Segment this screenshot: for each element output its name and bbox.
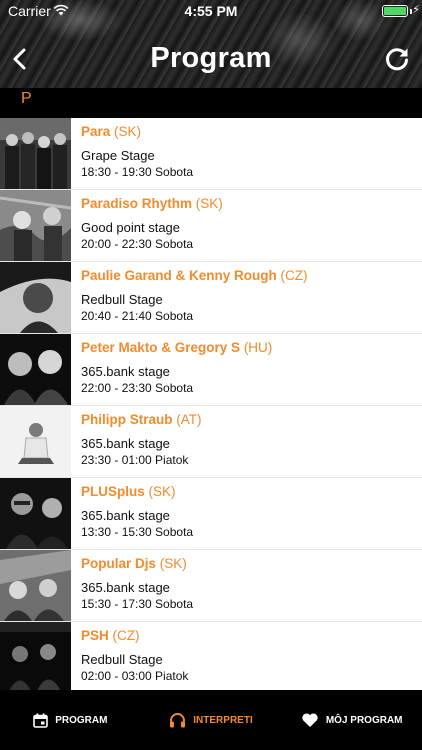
refresh-button[interactable] <box>382 44 412 74</box>
status-bar: Carrier 4:55 PM ⚡ <box>0 0 422 22</box>
artist-country: (SK) <box>159 556 187 571</box>
section-letter: P <box>21 90 32 107</box>
tab-label: MÔJ PROGRAM <box>325 714 403 726</box>
list-item[interactable]: Paulie Garand & Kenny Rough (CZ) Redbull… <box>0 262 422 334</box>
tab-program[interactable]: PROGRAM <box>0 690 141 750</box>
tab-bar: PROGRAM INTERPRETI MÔJ PROGRAM <box>0 690 422 750</box>
list-item[interactable]: PLUSplus (SK) 365.bank stage 13:30 - 15:… <box>0 478 422 550</box>
row-text: PSH (CZ) Redbull Stage 02:00 - 03:00 Pia… <box>81 628 412 683</box>
list-item[interactable]: Peter Makto & Gregory S (HU) 365.bank st… <box>0 334 422 406</box>
tab-moj-program[interactable]: MÔJ PROGRAM <box>281 690 422 750</box>
battery-icon <box>382 5 408 17</box>
list-item[interactable]: Popular Djs (SK) 365.bank stage 15:30 - … <box>0 550 422 622</box>
artist-name-line: Popular Djs (SK) <box>81 556 412 571</box>
charging-icon: ⚡ <box>412 4 420 16</box>
list-item[interactable]: PSH (CZ) Redbull Stage 02:00 - 03:00 Pia… <box>0 622 422 690</box>
artist-list[interactable]: Para (SK) Grape Stage 18:30 - 19:30 Sobo… <box>0 118 422 690</box>
row-text: Peter Makto & Gregory S (HU) 365.bank st… <box>81 340 412 395</box>
artist-photo <box>0 118 71 189</box>
list-item[interactable]: Para (SK) Grape Stage 18:30 - 19:30 Sobo… <box>0 118 422 190</box>
artist-photo <box>0 622 71 690</box>
time-slot: 13:30 - 15:30 Sobota <box>81 525 194 539</box>
tab-label: PROGRAM <box>55 714 108 726</box>
artist-country: (CZ) <box>112 628 140 643</box>
row-text: Paulie Garand & Kenny Rough (CZ) Redbull… <box>81 268 412 323</box>
headphones-icon <box>169 712 186 728</box>
artist-name-line: Paradiso Rhythm (SK) <box>81 196 412 211</box>
artist-country: (SK) <box>148 484 176 499</box>
stage-name: Redbull Stage <box>81 652 163 667</box>
artist-photo <box>0 550 71 621</box>
header: Carrier 4:55 PM ⚡ Program <box>0 0 422 88</box>
clock: 4:55 PM <box>184 3 238 19</box>
tab-interpreti[interactable]: INTERPRETI <box>141 690 282 750</box>
artist-name-line: Paulie Garand & Kenny Rough (CZ) <box>81 268 412 283</box>
artist-photo <box>0 190 71 261</box>
artist-photo <box>0 262 71 333</box>
section-header: P <box>0 88 422 118</box>
refresh-icon <box>386 48 408 71</box>
artist-name: Paradiso Rhythm <box>81 196 193 211</box>
stage-name: Redbull Stage <box>81 292 163 307</box>
artist-name: Peter Makto & Gregory S <box>81 340 241 355</box>
row-text: Paradiso Rhythm (SK) Good point stage 20… <box>81 196 412 251</box>
battery-level <box>384 7 406 15</box>
artist-name-line: Para (SK) <box>81 124 412 139</box>
stage-name: 365.bank stage <box>81 436 170 451</box>
stage-name: Good point stage <box>81 220 181 235</box>
stage-name: 365.bank stage <box>81 508 170 523</box>
tab-label: INTERPRETI <box>193 714 253 726</box>
time-slot: 18:30 - 19:30 Sobota <box>81 165 194 179</box>
artist-name: Para <box>81 124 111 139</box>
stage-name: 365.bank stage <box>81 580 170 595</box>
artist-country: (AT) <box>176 412 202 427</box>
stage-name: Grape Stage <box>81 148 155 163</box>
time-slot: 20:40 - 21:40 Sobota <box>81 309 194 323</box>
artist-photo <box>0 334 71 405</box>
artist-name-line: PSH (CZ) <box>81 628 412 643</box>
calendar-icon <box>33 713 49 728</box>
artist-name-line: Peter Makto & Gregory S (HU) <box>81 340 412 355</box>
page-title: Program <box>150 42 272 74</box>
artist-photo <box>0 406 71 477</box>
artist-name-line: Philipp Straub (AT) <box>81 412 412 427</box>
artist-country: (CZ) <box>280 268 308 283</box>
artist-name: Popular Djs <box>81 556 157 571</box>
row-text: PLUSplus (SK) 365.bank stage 13:30 - 15:… <box>81 484 412 539</box>
time-slot: 22:00 - 23:30 Sobota <box>81 381 194 395</box>
artist-name: PLUSplus <box>81 484 145 499</box>
time-slot: 15:30 - 17:30 Sobota <box>81 597 194 611</box>
artist-country: (SK) <box>195 196 223 211</box>
heart-icon <box>301 712 319 728</box>
row-text: Para (SK) Grape Stage 18:30 - 19:30 Sobo… <box>81 124 412 179</box>
artist-photo <box>0 478 71 549</box>
time-slot: 23:30 - 01:00 Piatok <box>81 453 189 467</box>
time-slot: 02:00 - 03:00 Piatok <box>81 669 189 683</box>
row-text: Philipp Straub (AT) 365.bank stage 23:30… <box>81 412 412 467</box>
artist-name-line: PLUSplus (SK) <box>81 484 412 499</box>
time-slot: 20:00 - 22:30 Sobota <box>81 237 194 251</box>
list-item[interactable]: Philipp Straub (AT) 365.bank stage 23:30… <box>0 406 422 478</box>
artist-name: Philipp Straub <box>81 412 173 427</box>
artist-name: PSH <box>81 628 109 643</box>
row-text: Popular Djs (SK) 365.bank stage 15:30 - … <box>81 556 412 611</box>
artist-country: (HU) <box>243 340 273 355</box>
artist-country: (SK) <box>114 124 142 139</box>
stage-name: 365.bank stage <box>81 364 170 379</box>
artist-name: Paulie Garand & Kenny Rough <box>81 268 277 283</box>
list-item[interactable]: Paradiso Rhythm (SK) Good point stage 20… <box>0 190 422 262</box>
